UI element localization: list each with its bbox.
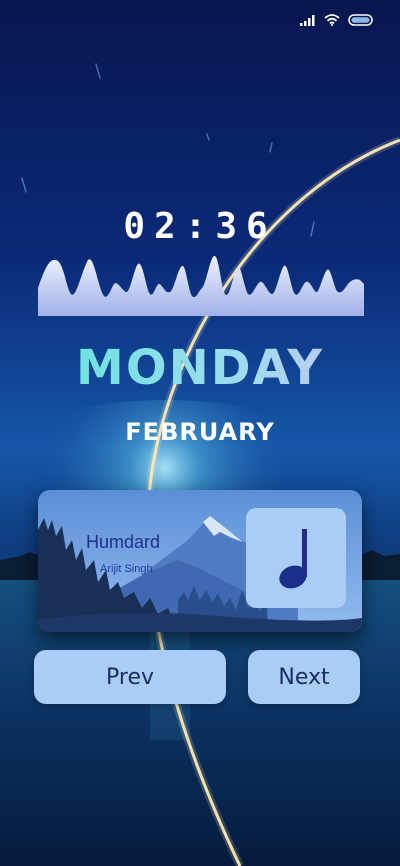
now-playing-card[interactable]: Humdard Arijit Singh bbox=[38, 490, 362, 632]
weekday-label: MONDAY bbox=[0, 340, 400, 396]
artist-name: Arijit Singh bbox=[100, 563, 153, 575]
battery-icon bbox=[348, 14, 373, 26]
lock-screen: 02:36 MONDAY FEBRUARY Humdard Arijit Sin… bbox=[0, 0, 400, 866]
status-bar bbox=[300, 14, 374, 26]
next-button[interactable]: Next bbox=[248, 650, 360, 704]
album-art-placeholder bbox=[246, 508, 346, 608]
song-title: Humdard bbox=[86, 532, 161, 552]
cellular-signal-icon bbox=[300, 14, 315, 26]
clock-time: 02:36 bbox=[123, 206, 277, 247]
music-note-icon bbox=[279, 529, 307, 589]
audio-waveform bbox=[38, 255, 364, 316]
wifi-icon bbox=[324, 14, 340, 26]
month-label: FEBRUARY bbox=[125, 418, 275, 446]
prev-button[interactable]: Prev bbox=[34, 650, 226, 704]
